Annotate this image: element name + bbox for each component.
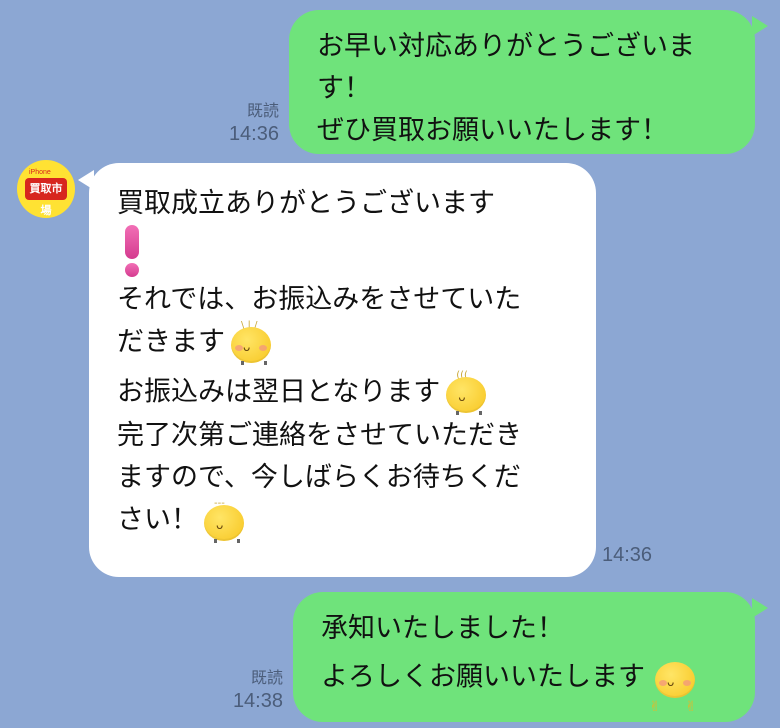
timestamp: 14:36: [228, 123, 279, 145]
message-text: よろしくお願いいたします: [321, 661, 645, 693]
sender-avatar[interactable]: iPhone 買取市場: [17, 160, 75, 218]
message-text-line: それでは、お振込みをさせていた: [117, 284, 522, 315]
message-meta: 既読 14:38: [219, 668, 283, 712]
exclamation-line: [117, 225, 572, 279]
sent-bubble-tail: [752, 598, 768, 618]
message-text-line-with-emoji: よろしくお願いいたします ᴗ ✌ ✌: [321, 656, 727, 716]
message-text-line: 承知いたしました！: [321, 613, 564, 644]
message-text: さい！: [117, 504, 198, 536]
read-receipt: 既読: [246, 103, 279, 120]
received-message-bubble[interactable]: 買取成立ありがとうございます それでは、お振込みをさせていた だきます \ | …: [89, 163, 596, 577]
message-meta: 14:36: [602, 544, 662, 566]
blushing-bird-emoji-icon: \ | / ᴗ: [229, 321, 273, 365]
message-text-line: 完了次第ご連絡をさせていただき: [117, 420, 522, 451]
avatar-logo-subtext: iPhone: [29, 169, 51, 176]
peace-sign-bird-emoji-icon: ᴗ ✌ ✌: [649, 656, 701, 715]
avatar-logo: 買取市場: [25, 178, 67, 217]
read-receipt: 既読: [250, 670, 283, 687]
message-text-line: お早い対応ありがとうございま: [317, 31, 695, 62]
calm-bird-emoji-icon: --- ᴗ: [202, 499, 246, 543]
message-text-line: ますので、今しばらくお待ちくだ: [117, 462, 521, 493]
sent-message-bubble-2[interactable]: 承知いたしました！ よろしくお願いいたします ᴗ ✌ ✌: [293, 592, 755, 722]
message-text-line: す！: [317, 73, 371, 104]
message-text-line-with-emoji: お振込みは翌日となります ((( ᴗ: [117, 371, 572, 415]
message-text-line: 買取成立ありがとうございます: [117, 188, 495, 219]
message-text-line: ぜひ買取お願いいたします！: [317, 115, 668, 146]
message-meta: 既読 14:36: [215, 101, 279, 145]
message-text-line-with-emoji: だきます \ | / ᴗ: [117, 321, 572, 365]
sent-bubble-tail: [752, 16, 768, 36]
message-text: だきます: [117, 326, 225, 358]
message-text: お振込みは翌日となります: [117, 376, 441, 408]
pink-exclamation-icon: [117, 225, 147, 279]
timestamp: 14:38: [232, 690, 283, 712]
smiling-bird-emoji-icon: ((( ᴗ: [444, 371, 488, 415]
sent-message-bubble-1[interactable]: お早い対応ありがとうございま す！ ぜひ買取お願いいたします！: [289, 10, 755, 154]
message-text-line-with-emoji: さい！ --- ᴗ: [117, 499, 572, 543]
timestamp: 14:36: [602, 544, 653, 566]
